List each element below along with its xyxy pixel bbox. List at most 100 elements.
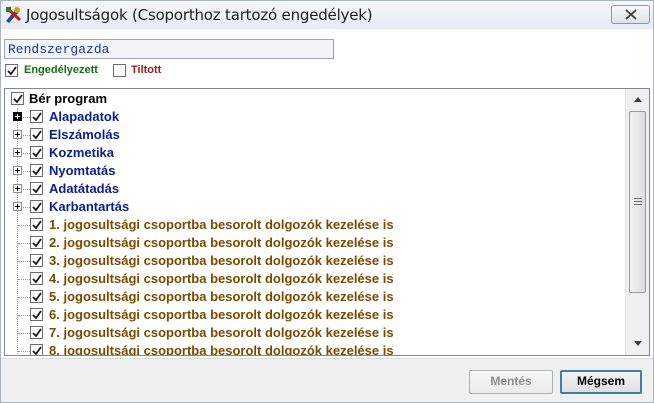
tree-item-label: Elszámolás bbox=[49, 127, 120, 142]
tree-item-checkbox[interactable] bbox=[30, 290, 43, 303]
tree-item-checkbox[interactable] bbox=[30, 128, 43, 141]
window-title: Jogosultságok (Csoporthoz tartozó engedé… bbox=[26, 6, 373, 24]
checkmark-icon bbox=[32, 112, 42, 122]
tree-item-label: 6. jogosultsági csoportba besorolt dolgo… bbox=[49, 307, 394, 322]
tree-item-checkbox[interactable] bbox=[30, 200, 43, 213]
tree-item-checkbox[interactable] bbox=[30, 164, 43, 177]
checkmark-icon bbox=[32, 256, 42, 266]
tree-item-checkbox[interactable] bbox=[11, 92, 24, 105]
tree-item-checkbox[interactable] bbox=[30, 344, 43, 355]
tree-connector-line bbox=[23, 135, 30, 136]
tree-folder-item[interactable]: Karbantartás bbox=[5, 198, 625, 216]
tree-folder-item[interactable]: Kozmetika bbox=[5, 144, 625, 162]
checkmark-icon bbox=[13, 94, 23, 104]
expand-plus-icon[interactable] bbox=[13, 148, 22, 157]
tree-item-label: Alapadatok bbox=[49, 109, 120, 124]
arrow-down-icon bbox=[634, 341, 642, 346]
tree-permission-item[interactable]: 2. jogosultsági csoportba besorolt dolgo… bbox=[5, 234, 625, 252]
thumb-grip-line bbox=[634, 201, 642, 202]
tree-item-checkbox[interactable] bbox=[30, 146, 43, 159]
filter-denied-checkbox[interactable] bbox=[113, 64, 126, 77]
expand-plus-icon[interactable] bbox=[13, 202, 22, 211]
tree-item-checkbox[interactable] bbox=[30, 254, 43, 267]
tree-item-label: 5. jogosultsági csoportba besorolt dolgo… bbox=[49, 289, 394, 304]
tree-folder-item[interactable]: Elszámolás bbox=[5, 126, 625, 144]
tree-item-checkbox[interactable] bbox=[30, 236, 43, 249]
tree-connector-line bbox=[18, 243, 30, 244]
tree-root-item[interactable]: Bér program bbox=[5, 90, 625, 108]
tree-folder-item[interactable]: Adatátadás bbox=[5, 180, 625, 198]
tree-item-checkbox[interactable] bbox=[30, 218, 43, 231]
tree-connector-line bbox=[23, 117, 30, 118]
tree-connector-line bbox=[18, 297, 30, 298]
tree-permission-item[interactable]: 7. jogosultsági csoportba besorolt dolgo… bbox=[5, 324, 625, 342]
checkmark-icon bbox=[32, 292, 42, 302]
close-icon bbox=[625, 9, 637, 20]
tree-item-checkbox[interactable] bbox=[30, 272, 43, 285]
tree-permission-item[interactable]: 1. jogosultsági csoportba besorolt dolgo… bbox=[5, 216, 625, 234]
checkmark-icon bbox=[32, 148, 42, 158]
tree-permission-item[interactable]: 4. jogosultsági csoportba besorolt dolgo… bbox=[5, 270, 625, 288]
permission-tree[interactable]: Bér program Alapadatok Elszámolás Kozmetika… bbox=[4, 88, 650, 356]
thumb-grip-line bbox=[634, 198, 642, 199]
tree-item-label: 1. jogosultsági csoportba besorolt dolgo… bbox=[49, 217, 394, 232]
tree-folder-item[interactable]: Nyomtatás bbox=[5, 162, 625, 180]
checkmark-icon bbox=[7, 66, 17, 76]
group-name-field[interactable]: Rendszergazda bbox=[4, 39, 334, 59]
scroll-down-button[interactable] bbox=[626, 335, 649, 353]
tree-folder-item[interactable]: Alapadatok bbox=[5, 108, 625, 126]
filter-allowed-checkbox[interactable] bbox=[5, 64, 18, 77]
tree-item-checkbox[interactable] bbox=[30, 326, 43, 339]
tree-permission-item[interactable]: 5. jogosultsági csoportba besorolt dolgo… bbox=[5, 288, 625, 306]
vertical-scrollbar[interactable] bbox=[625, 89, 649, 355]
tree-item-checkbox[interactable] bbox=[30, 182, 43, 195]
tree-item-label: Adatátadás bbox=[49, 181, 120, 196]
checkmark-icon bbox=[32, 274, 42, 284]
expand-plus-icon[interactable] bbox=[13, 184, 22, 193]
tree-permission-item[interactable]: 8. jogosultsági csoportba besorolt dolgo… bbox=[5, 342, 625, 355]
permissions-window: Jogosultságok (Csoporthoz tartozó engedé… bbox=[0, 0, 654, 403]
tree-item-label: Bér program bbox=[29, 91, 108, 106]
tree-item-label: 7. jogosultsági csoportba besorolt dolgo… bbox=[49, 325, 394, 340]
checkmark-icon bbox=[32, 130, 42, 140]
tree-item-checkbox[interactable] bbox=[30, 308, 43, 321]
scroll-up-button[interactable] bbox=[626, 91, 649, 109]
checkmark-icon bbox=[32, 202, 42, 212]
tree-item-label: 4. jogosultsági csoportba besorolt dolgo… bbox=[49, 271, 394, 286]
tree-connector-line bbox=[23, 207, 30, 208]
checkmark-icon bbox=[32, 238, 42, 248]
checkmark-icon bbox=[32, 328, 42, 338]
checkmark-icon bbox=[32, 310, 42, 320]
close-button[interactable] bbox=[611, 5, 650, 24]
tree-connector-line bbox=[23, 171, 30, 172]
tree-permission-item[interactable]: 6. jogosultsági csoportba besorolt dolgo… bbox=[5, 306, 625, 324]
tree-connector-line bbox=[18, 261, 30, 262]
cancel-button[interactable]: Mégsem bbox=[560, 370, 642, 394]
tree-connector-line bbox=[18, 279, 30, 280]
checkmark-icon bbox=[32, 220, 42, 230]
tree-item-label: 3. jogosultsági csoportba besorolt dolgo… bbox=[49, 253, 394, 268]
filter-allowed-label: Engedélyezett bbox=[24, 64, 98, 76]
expand-plus-icon[interactable] bbox=[13, 130, 22, 139]
tree-connector-line bbox=[18, 333, 30, 334]
tree-item-label: Kozmetika bbox=[49, 145, 115, 160]
save-button[interactable]: Mentés bbox=[469, 370, 553, 394]
tree-connector-line bbox=[23, 153, 30, 154]
title-bar[interactable]: Jogosultságok (Csoporthoz tartozó engedé… bbox=[1, 1, 653, 29]
tree-item-label: 2. jogosultsági csoportba besorolt dolgo… bbox=[49, 235, 394, 250]
tree-permission-item[interactable]: 3. jogosultsági csoportba besorolt dolgo… bbox=[5, 252, 625, 270]
tree-item-label: Nyomtatás bbox=[49, 163, 116, 178]
scroll-thumb[interactable] bbox=[629, 111, 646, 293]
expand-plus-icon[interactable] bbox=[13, 166, 22, 175]
tree-connector-line bbox=[23, 189, 30, 190]
checkmark-icon bbox=[32, 166, 42, 176]
tree-item-label: Karbantartás bbox=[49, 199, 130, 214]
tree-connector-line bbox=[18, 315, 30, 316]
arrow-up-icon bbox=[634, 97, 642, 102]
expand-plus-icon[interactable] bbox=[13, 112, 22, 121]
tree-connector-line bbox=[18, 351, 30, 352]
checkmark-icon bbox=[32, 346, 42, 355]
tree-connector-line bbox=[18, 225, 30, 226]
thumb-grip-line bbox=[634, 204, 642, 205]
tree-item-checkbox[interactable] bbox=[30, 110, 43, 123]
